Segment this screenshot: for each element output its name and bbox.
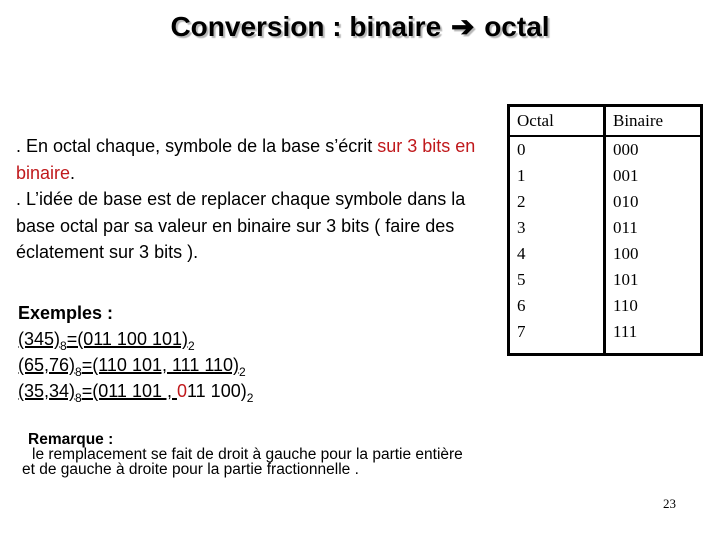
example-rhs: =(011 100 101)	[66, 329, 188, 349]
slide-title: Conversion : binaire ➔ octal	[0, 10, 720, 43]
table-row: 6 110	[507, 293, 703, 319]
cell-octal: 7	[507, 319, 606, 356]
example-highlight-digit: 0	[176, 381, 187, 401]
example-rhs-rest: 11 100)	[187, 381, 247, 401]
cell-octal: 2	[507, 189, 606, 215]
example-line: (345)8=(011 100 101)2	[18, 326, 253, 352]
cell-octal: 1	[507, 163, 606, 189]
cell-binaire: 100	[603, 241, 703, 267]
table-row: 5 101	[507, 267, 703, 293]
cell-octal: 6	[507, 293, 606, 319]
cell-binaire: 111	[603, 319, 703, 356]
cell-octal: 4	[507, 241, 606, 267]
cell-binaire: 101	[603, 267, 703, 293]
intro-paragraph-1: . En octal chaque, symbole de la base s’…	[16, 133, 496, 186]
example-lhs-base: 8	[60, 339, 67, 353]
example-rhs: =(011 101 ,	[81, 381, 177, 401]
example-lhs-base: 8	[75, 365, 82, 379]
intro-p1-end: .	[70, 162, 76, 183]
intro-text: . En octal chaque, symbole de la base s’…	[16, 133, 496, 266]
title-left: Conversion : binaire	[170, 11, 442, 42]
table-row: 7 111	[507, 319, 703, 356]
table-row: 0 000	[507, 136, 703, 163]
example-lhs-base: 8	[75, 391, 82, 405]
table-row: 3 011	[507, 215, 703, 241]
cell-binaire: 110	[603, 293, 703, 319]
table-row: 1 001	[507, 163, 703, 189]
example-lhs: (65,76)	[18, 355, 76, 375]
header-octal: Octal	[507, 104, 606, 137]
title-right: octal	[484, 11, 550, 42]
right-arrow-icon: ➔	[450, 11, 475, 42]
cell-binaire: 001	[603, 163, 703, 189]
cell-binaire: 000	[603, 136, 703, 163]
cell-octal: 0	[507, 136, 606, 163]
table-header-row: Octal Binaire	[507, 104, 703, 137]
cell-binaire: 011	[603, 215, 703, 241]
example-rhs: =(110 101, 111 110)	[81, 355, 240, 375]
remark-line-2: et de gauche à droite pour la partie fra…	[22, 461, 359, 478]
octal-binary-table: Octal Binaire 0 000 1 001 2 010 3 011 4 100 5…	[507, 104, 703, 356]
examples-section: Exemples : (345)8=(011 100 101)2 (65,76)…	[18, 300, 253, 404]
examples-heading: Exemples :	[18, 303, 114, 323]
example-lhs: (35,34)	[18, 381, 76, 401]
header-binaire: Binaire	[603, 104, 703, 137]
cell-octal: 3	[507, 215, 606, 241]
table-row: 2 010	[507, 189, 703, 215]
example-rhs-base: 2	[246, 391, 254, 405]
table-row: 4 100	[507, 241, 703, 267]
intro-p1-text: . En octal chaque, symbole de la base s’…	[16, 136, 378, 156]
intro-paragraph-2: . L’idée de base est de replacer chaque …	[16, 189, 466, 262]
remark-section: Remarque : le remplacement se fait de dr…	[22, 431, 463, 478]
cell-binaire: 010	[603, 189, 703, 215]
example-rhs-base: 2	[187, 339, 195, 353]
example-lhs: (345)	[18, 329, 61, 349]
remark-line-1: le remplacement se fait de droit à gauch…	[32, 446, 463, 463]
example-rhs-base: 2	[239, 365, 246, 379]
remark-heading: Remarque :	[28, 431, 114, 448]
example-line: (65,76)8=(110 101, 111 110)2	[18, 352, 253, 378]
example-line: (35,34)8=(011 101 , 011 100)2	[18, 378, 253, 404]
page-number: 23	[663, 496, 676, 511]
cell-octal: 5	[507, 267, 606, 293]
